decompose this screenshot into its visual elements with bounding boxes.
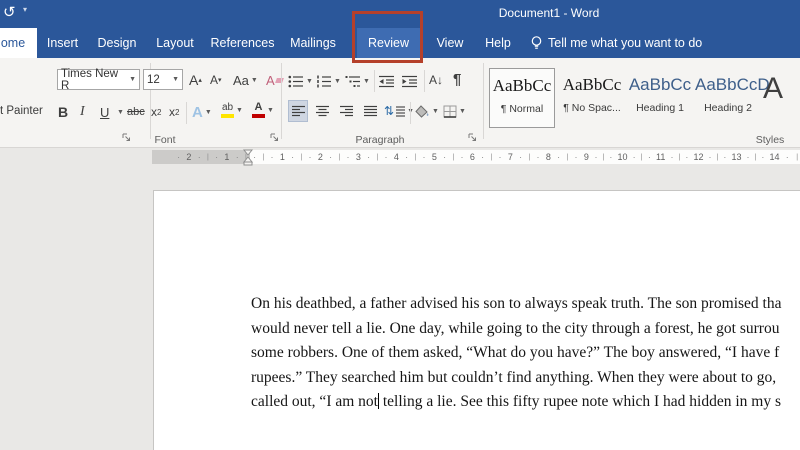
- tab-home[interactable]: Home: [0, 28, 37, 58]
- bold-button[interactable]: B: [58, 101, 68, 123]
- undo-icon[interactable]: ↺: [3, 3, 16, 23]
- lightbulb-icon: [530, 35, 543, 51]
- tab-insert[interactable]: Insert: [37, 28, 88, 58]
- text-highlight-button[interactable]: ab▼: [221, 99, 243, 121]
- quick-access-customize-icon[interactable]: ▾: [23, 5, 27, 14]
- tab-help[interactable]: Help: [478, 28, 518, 58]
- increase-indent-button[interactable]: [402, 70, 418, 92]
- ruler-cell: ·|·14: [744, 150, 782, 164]
- paragraph-dialog-launcher-icon[interactable]: [468, 133, 477, 142]
- group-separator: [281, 63, 282, 139]
- horizontal-ruler[interactable]: ·2·|·1·| ·|·1·|·2·|·3·|·4·|·5·|·6·|·7·|·…: [0, 148, 800, 168]
- shading-button[interactable]: ▼: [415, 100, 439, 122]
- text-line: would never tell a lie. One day, while g…: [251, 317, 800, 342]
- ruler-cell: ·|·13: [706, 150, 744, 164]
- align-center-button[interactable]: [312, 100, 332, 122]
- paragraph-group-label: Paragraph: [340, 134, 420, 146]
- ruler-cell: ·|·8: [516, 150, 554, 164]
- ruler-page-section: ·|·1·|·2·|·3·|·4·|·5·|·6·|·7·|·8·|·9·|·1…: [250, 150, 800, 164]
- grow-font-button[interactable]: A▴: [189, 69, 202, 91]
- ruler-cell: ·|·6: [440, 150, 478, 164]
- font-name-combobox[interactable]: Times New R▼: [57, 69, 140, 90]
- italic-button[interactable]: I: [80, 101, 85, 123]
- text-line: called out, “I am not telling a lie. See…: [251, 390, 800, 415]
- format-painter-button[interactable]: t Painter: [0, 105, 43, 117]
- align-left-button[interactable]: [288, 100, 308, 122]
- ruler-cell: ·|·7: [478, 150, 516, 164]
- superscript-button[interactable]: x2: [169, 101, 179, 123]
- shrink-font-button[interactable]: A▾: [210, 69, 222, 91]
- review-tab-annotation-rectangle: [352, 11, 423, 63]
- divider: [374, 70, 375, 92]
- text-line: On his deathbed, a father advised his so…: [251, 292, 800, 317]
- font-dialog-launcher-icon[interactable]: [270, 133, 279, 142]
- document-page[interactable]: On his deathbed, a father advised his so…: [153, 190, 800, 450]
- ruler-cell: ·|·3: [326, 150, 364, 164]
- divider: [186, 102, 187, 124]
- decrease-indent-button[interactable]: [379, 70, 395, 92]
- ruler-cell: ·|·2: [288, 150, 326, 164]
- font-group-label: Font: [130, 134, 200, 146]
- tab-view[interactable]: View: [425, 28, 475, 58]
- subscript-button[interactable]: x2: [151, 101, 161, 123]
- sort-button[interactable]: A↓: [429, 69, 443, 91]
- tab-references[interactable]: References: [204, 28, 281, 58]
- styles-group-label: Styles: [735, 134, 800, 146]
- bullets-button[interactable]: ▼: [288, 70, 313, 92]
- divider: [410, 102, 411, 124]
- ruler-cell: ·|·1: [250, 150, 288, 164]
- tab-mailings[interactable]: Mailings: [281, 28, 345, 58]
- justify-button[interactable]: [360, 100, 380, 122]
- numbering-button[interactable]: ▼: [316, 70, 341, 92]
- show-formatting-marks-button[interactable]: ¶: [453, 68, 461, 90]
- font-color-button[interactable]: A▼: [252, 99, 274, 121]
- strikethrough-button[interactable]: abc: [127, 101, 145, 123]
- font-color-swatch: [252, 114, 265, 118]
- style-next-partial[interactable]: A: [763, 72, 783, 106]
- ruler-cell: ·|·9: [554, 150, 592, 164]
- ruler-cell: ·|·: [782, 150, 800, 164]
- document-canvas[interactable]: On his deathbed, a father advised his so…: [0, 168, 800, 450]
- multilevel-list-button[interactable]: ▼: [345, 70, 370, 92]
- borders-button[interactable]: ▼: [443, 100, 466, 122]
- paragraph-text[interactable]: On his deathbed, a father advised his so…: [251, 292, 800, 415]
- ribbon: t Painter Times New R▼ 12▼ A▴ A▾ Aa▼ A B…: [0, 58, 800, 148]
- style-normal[interactable]: AaBbCc ¶ Normal: [489, 68, 555, 128]
- style-heading-1[interactable]: AaBbCc Heading 1: [627, 68, 693, 128]
- font-size-combobox[interactable]: 12▼: [143, 69, 183, 90]
- style-heading-2[interactable]: AaBbCcD Heading 2: [695, 68, 761, 128]
- change-case-button[interactable]: Aa▼: [233, 69, 258, 91]
- indent-markers[interactable]: [242, 149, 254, 166]
- ruler-cell: ·2·|: [174, 150, 212, 164]
- highlight-color-swatch: [221, 114, 234, 118]
- underline-button[interactable]: U: [100, 101, 109, 123]
- align-right-button[interactable]: [336, 100, 356, 122]
- ruler-cell: ·|·5: [402, 150, 440, 164]
- chevron-down-icon: ▼: [172, 76, 179, 83]
- tell-me-box[interactable]: Tell me what you want to do: [548, 28, 702, 58]
- style-no-spacing[interactable]: AaBbCc ¶ No Spac...: [559, 68, 625, 128]
- ruler-cell: ·|·10: [592, 150, 630, 164]
- text-line: some robbers. One of them asked, “What d…: [251, 341, 800, 366]
- ruler-cell: ·|·11: [630, 150, 668, 164]
- chevron-down-icon: ▼: [129, 76, 136, 83]
- underline-dropdown-icon[interactable]: ▼: [115, 101, 124, 123]
- text-effects-button[interactable]: A▼: [192, 101, 212, 123]
- tab-design[interactable]: Design: [88, 28, 146, 58]
- tab-layout[interactable]: Layout: [146, 28, 204, 58]
- document-title: Document1 - Word: [499, 6, 599, 20]
- text-line: rupees.” They searched him but couldn’t …: [251, 366, 800, 391]
- ruler-cell: ·|·4: [364, 150, 402, 164]
- group-separator: [483, 63, 484, 139]
- ruler-margin-section: ·2·|·1·|: [152, 150, 250, 164]
- ruler-cell: ·|·12: [668, 150, 706, 164]
- divider: [424, 70, 425, 92]
